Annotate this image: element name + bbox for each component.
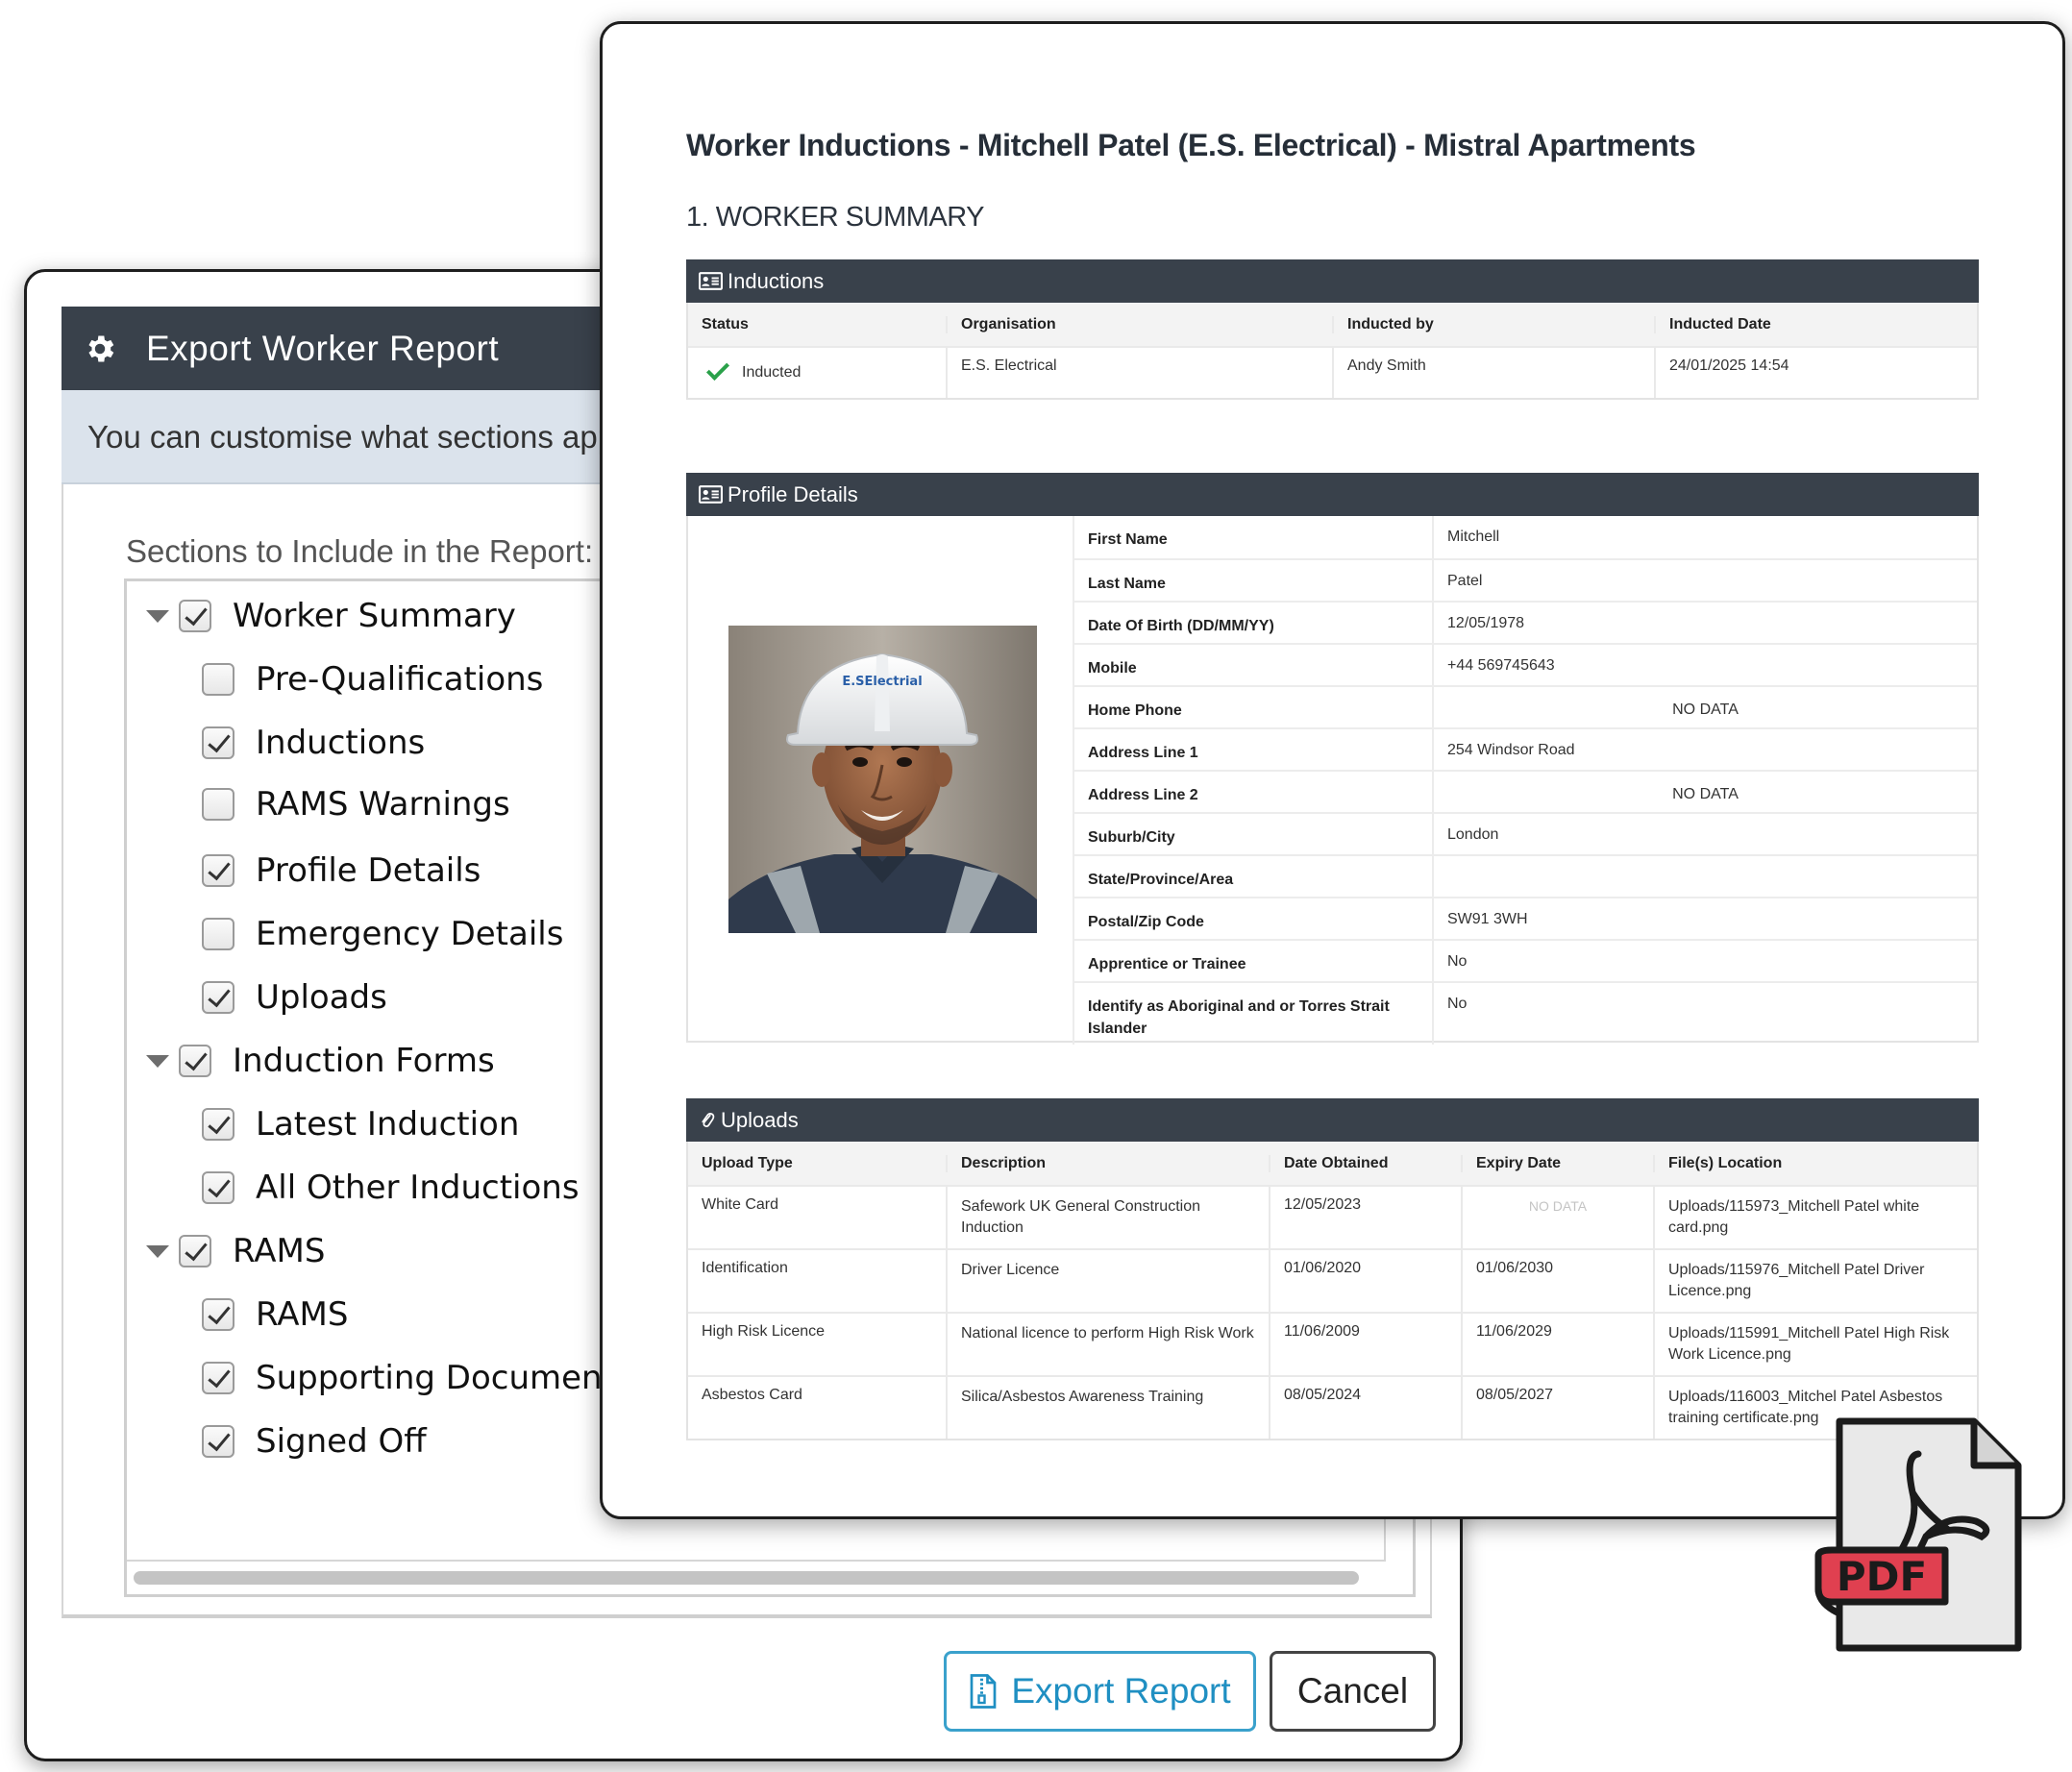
id-card-icon	[699, 485, 723, 504]
profile-row: Address Line 1 254 Windsor Road	[1073, 727, 1977, 770]
checkbox[interactable]	[202, 981, 234, 1014]
checkbox[interactable]	[179, 600, 211, 632]
checkbox[interactable]	[202, 1362, 234, 1394]
checkbox[interactable]	[179, 1235, 211, 1267]
table-row: High Risk Licence National licence to pe…	[688, 1312, 1977, 1375]
tree-item-rams[interactable]: RAMS	[202, 1295, 348, 1334]
table-row: Asbestos Card Silica/Asbestos Awareness …	[688, 1375, 1977, 1439]
worker-photo: E.SElectrial	[728, 626, 1037, 933]
id-card-icon	[699, 272, 723, 290]
caret-down-icon[interactable]	[146, 609, 169, 623]
caret-down-icon[interactable]	[146, 1054, 169, 1068]
profile-row: Home Phone NO DATA	[1073, 685, 1977, 727]
table-header-row: Status Organisation Inducted by Inducted…	[688, 303, 1977, 346]
profile-row: First Name Mitchell	[1073, 516, 1977, 558]
worker-photo-image: E.SElectrial	[728, 626, 1037, 933]
profile-row: Address Line 2 NO DATA	[1073, 770, 1977, 812]
sections-label: Sections to Include in the Report:	[126, 533, 594, 569]
table-header-row: Upload Type Description Date Obtained Ex…	[688, 1142, 1977, 1185]
tree-item-induction-forms[interactable]: Induction Forms	[146, 1042, 495, 1080]
gear-icon	[88, 335, 114, 361]
profile-row: Date Of Birth (DD/MM/YY) 12/05/1978	[1073, 601, 1977, 643]
tree-item-latest-induction[interactable]: Latest Induction	[202, 1105, 519, 1144]
checkbox[interactable]	[202, 1108, 234, 1141]
profile-row: Postal/Zip Code SW91 3WH	[1073, 897, 1977, 939]
checkbox[interactable]	[202, 1425, 234, 1458]
tree-item-supporting-documents[interactable]: Supporting Documents	[202, 1359, 632, 1397]
horizontal-scrollbar[interactable]	[134, 1571, 1359, 1585]
checkbox[interactable]	[202, 788, 234, 821]
tree-item-signed-off[interactable]: Signed Off	[202, 1422, 427, 1461]
profile-row: Identify as Aboriginal and or Torres Str…	[1073, 981, 1977, 1045]
caret-down-icon[interactable]	[146, 1244, 169, 1258]
table-row: White Card Safework UK General Construct…	[688, 1185, 1977, 1248]
profile-panel-header: Profile Details	[686, 473, 1979, 516]
tree-item-worker-summary[interactable]: Worker Summary	[146, 597, 516, 635]
profile-row: Last Name Patel	[1073, 558, 1977, 601]
profile-row: Apprentice or Trainee No	[1073, 939, 1977, 981]
cancel-button[interactable]: Cancel	[1270, 1651, 1436, 1732]
report-title: Worker Inductions - Mitchell Patel (E.S.…	[686, 128, 1696, 162]
checkbox[interactable]	[202, 1298, 234, 1331]
tree-item-inductions[interactable]: Inductions	[202, 724, 425, 762]
checkbox[interactable]	[202, 1171, 234, 1204]
paperclip-icon	[702, 1113, 715, 1127]
checkbox[interactable]	[202, 918, 234, 950]
tree-item-emergency-details[interactable]: Emergency Details	[202, 915, 563, 953]
tree-item-rams-group[interactable]: RAMS	[146, 1232, 325, 1270]
tree-item-profile-details[interactable]: Profile Details	[202, 851, 481, 890]
checkbox[interactable]	[202, 663, 234, 696]
table-row: Inducted E.S. Electrical Andy Smith 24/0…	[688, 346, 1977, 398]
export-report-button[interactable]: Export Report	[944, 1651, 1256, 1732]
inductions-table: Status Organisation Inducted by Inducted…	[686, 303, 1979, 400]
profile-details-table: E.SElectrial First Name Mitchell Last Nam…	[686, 516, 1979, 1045]
inductions-panel-header: Inductions	[686, 259, 1979, 303]
checkmark-icon	[705, 357, 730, 381]
uploads-table: Upload Type Description Date Obtained Ex…	[686, 1142, 1979, 1440]
profile-row: Mobile +44 569745643	[1073, 643, 1977, 685]
pdf-file-icon: PDF	[1814, 1417, 2022, 1652]
profile-row: State/Province/Area	[1073, 854, 1977, 897]
tree-item-uploads[interactable]: Uploads	[202, 978, 387, 1017]
pdf-label: PDF	[1837, 1553, 1927, 1600]
uploads-panel-header: Uploads	[686, 1098, 1979, 1142]
document-zip-icon	[971, 1674, 997, 1709]
checkbox[interactable]	[202, 854, 234, 887]
section-heading: 1. WORKER SUMMARY	[686, 202, 985, 233]
tree-item-all-other-inductions[interactable]: All Other Inductions	[202, 1169, 580, 1207]
report-preview: Worker Inductions - Mitchell Patel (E.S.…	[600, 21, 2065, 1519]
profile-row: Suburb/City London	[1073, 812, 1977, 854]
profile-fields: First Name Mitchell Last Name Patel Date O…	[1073, 516, 1977, 1045]
helmet-text: E.SElectrial	[842, 675, 922, 689]
tree-item-pre-qualifications[interactable]: Pre-Qualifications	[202, 660, 543, 699]
table-row: Identification Driver Licence 01/06/2020…	[688, 1248, 1977, 1312]
checkbox[interactable]	[202, 726, 234, 759]
tree-item-rams-warnings[interactable]: RAMS Warnings	[202, 785, 510, 824]
checkbox[interactable]	[179, 1045, 211, 1077]
dialog-title: Export Worker Report	[146, 328, 500, 368]
screenshot-stage: Export Worker Report You can customise w…	[0, 0, 2072, 1772]
